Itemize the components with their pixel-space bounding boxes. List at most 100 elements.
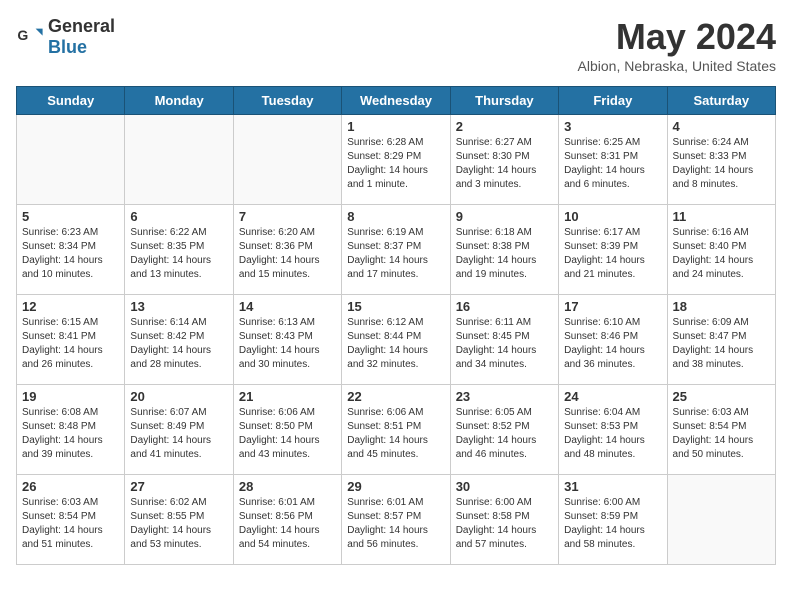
- cell-info: Sunrise: 6:10 AMSunset: 8:46 PMDaylight:…: [564, 316, 661, 372]
- day-number: 3: [564, 119, 661, 134]
- cell-info: Sunrise: 6:00 AMSunset: 8:59 PMDaylight:…: [564, 496, 661, 552]
- week-row-4: 19Sunrise: 6:08 AMSunset: 8:48 PMDayligh…: [17, 385, 776, 475]
- calendar-cell: 28 Sunrise: 6:01 AMSunset: 8:56 PMDayligh…: [233, 475, 341, 565]
- calendar-cell: [17, 115, 125, 205]
- calendar-cell: 16Sunrise: 6:11 AMSunset: 8:45 PMDayligh…: [450, 295, 558, 385]
- calendar-cell: [233, 115, 341, 205]
- logo-general: General: [48, 16, 115, 36]
- calendar-cell: 15Sunrise: 6:12 AMSunset: 8:44 PMDayligh…: [342, 295, 450, 385]
- day-number: 17: [564, 299, 661, 314]
- day-header-friday: Friday: [559, 87, 667, 115]
- day-number: 20: [130, 389, 227, 404]
- day-number: 24: [564, 389, 661, 404]
- logo: G General Blue: [16, 16, 115, 58]
- calendar-cell: 19Sunrise: 6:08 AMSunset: 8:48 PMDayligh…: [17, 385, 125, 475]
- cell-info: Sunrise: 6:00 AMSunset: 8:58 PMDaylight:…: [456, 496, 553, 552]
- calendar-cell: 17 Sunrise: 6:10 AMSunset: 8:46 PMDayligh…: [559, 295, 667, 385]
- cell-info: Sunrise: 6:27 AMSunset: 8:30 PMDaylight:…: [456, 136, 553, 192]
- calendar-cell: 1Sunrise: 6:28 AMSunset: 8:29 PMDaylight…: [342, 115, 450, 205]
- calendar-cell: 4Sunrise: 6:24 AMSunset: 8:33 PMDaylight…: [667, 115, 775, 205]
- logo-blue: Blue: [48, 37, 87, 57]
- day-header-saturday: Saturday: [667, 87, 775, 115]
- cell-info: Sunrise: 6:19 AMSunset: 8:37 PMDaylight:…: [347, 226, 444, 282]
- calendar-cell: 9Sunrise: 6:18 AMSunset: 8:38 PMDaylight…: [450, 205, 558, 295]
- day-header-tuesday: Tuesday: [233, 87, 341, 115]
- cell-info: Sunrise: 6:23 AMSunset: 8:34 PMDaylight:…: [22, 226, 119, 282]
- calendar-cell: 3Sunrise: 6:25 AMSunset: 8:31 PMDaylight…: [559, 115, 667, 205]
- calendar-cell: 13 Sunrise: 6:14 AMSunset: 8:42 PMDayligh…: [125, 295, 233, 385]
- calendar-cell: 24 Sunrise: 6:04 AMSunset: 8:53 PMDayligh…: [559, 385, 667, 475]
- calendar-cell: 8 Sunrise: 6:19 AMSunset: 8:37 PMDaylight…: [342, 205, 450, 295]
- day-header-sunday: Sunday: [17, 87, 125, 115]
- cell-info: Sunrise: 6:06 AMSunset: 8:51 PMDaylight:…: [347, 406, 444, 462]
- cell-info: Sunrise: 6:02 AMSunset: 8:55 PMDaylight:…: [130, 496, 227, 552]
- day-number: 10: [564, 209, 661, 224]
- day-number: 5: [22, 209, 119, 224]
- cell-info: Sunrise: 6:04 AMSunset: 8:53 PMDaylight:…: [564, 406, 661, 462]
- calendar-cell: [125, 115, 233, 205]
- week-row-5: 26Sunrise: 6:03 AMSunset: 8:54 PMDayligh…: [17, 475, 776, 565]
- calendar-header: SundayMondayTuesdayWednesdayThursdayFrid…: [17, 87, 776, 115]
- week-row-3: 12 Sunrise: 6:15 AMSunset: 8:41 PMDayligh…: [17, 295, 776, 385]
- day-number: 7: [239, 209, 336, 224]
- day-number: 4: [673, 119, 770, 134]
- day-number: 11: [673, 209, 770, 224]
- day-number: 6: [130, 209, 227, 224]
- day-header-thursday: Thursday: [450, 87, 558, 115]
- cell-info: Sunrise: 6:13 AMSunset: 8:43 PMDaylight:…: [239, 316, 336, 372]
- day-number: 16: [456, 299, 553, 314]
- cell-info: Sunrise: 6:05 AMSunset: 8:52 PMDaylight:…: [456, 406, 553, 462]
- header-row: SundayMondayTuesdayWednesdayThursdayFrid…: [17, 87, 776, 115]
- calendar-cell: 30 Sunrise: 6:00 AMSunset: 8:58 PMDayligh…: [450, 475, 558, 565]
- cell-info: Sunrise: 6:07 AMSunset: 8:49 PMDaylight:…: [130, 406, 227, 462]
- calendar-cell: 12 Sunrise: 6:15 AMSunset: 8:41 PMDayligh…: [17, 295, 125, 385]
- logo-icon: G: [16, 23, 44, 51]
- day-number: 28: [239, 479, 336, 494]
- day-header-monday: Monday: [125, 87, 233, 115]
- cell-info: Sunrise: 6:16 AMSunset: 8:40 PMDaylight:…: [673, 226, 770, 282]
- calendar-cell: 18 Sunrise: 6:09 AMSunset: 8:47 PMDayligh…: [667, 295, 775, 385]
- cell-info: Sunrise: 6:14 AMSunset: 8:42 PMDaylight:…: [130, 316, 227, 372]
- calendar-body: 1Sunrise: 6:28 AMSunset: 8:29 PMDaylight…: [17, 115, 776, 565]
- calendar-cell: 27 Sunrise: 6:02 AMSunset: 8:55 PMDayligh…: [125, 475, 233, 565]
- cell-info: Sunrise: 6:15 AMSunset: 8:41 PMDaylight:…: [22, 316, 119, 372]
- svg-text:G: G: [17, 27, 28, 43]
- day-number: 8: [347, 209, 444, 224]
- week-row-2: 5 Sunrise: 6:23 AMSunset: 8:34 PMDaylight…: [17, 205, 776, 295]
- calendar-cell: 6 Sunrise: 6:22 AMSunset: 8:35 PMDaylight…: [125, 205, 233, 295]
- day-number: 21: [239, 389, 336, 404]
- day-number: 9: [456, 209, 553, 224]
- calendar-cell: 21Sunrise: 6:06 AMSunset: 8:50 PMDayligh…: [233, 385, 341, 475]
- day-number: 30: [456, 479, 553, 494]
- cell-info: Sunrise: 6:03 AMSunset: 8:54 PMDaylight:…: [22, 496, 119, 552]
- title-area: May 2024 Albion, Nebraska, United States: [578, 16, 776, 74]
- day-number: 18: [673, 299, 770, 314]
- calendar-cell: 29Sunrise: 6:01 AMSunset: 8:57 PMDayligh…: [342, 475, 450, 565]
- day-number: 25: [673, 389, 770, 404]
- cell-info: Sunrise: 6:22 AMSunset: 8:35 PMDaylight:…: [130, 226, 227, 282]
- calendar-cell: 31Sunrise: 6:00 AMSunset: 8:59 PMDayligh…: [559, 475, 667, 565]
- location: Albion, Nebraska, United States: [578, 58, 776, 74]
- calendar-cell: 22Sunrise: 6:06 AMSunset: 8:51 PMDayligh…: [342, 385, 450, 475]
- cell-info: Sunrise: 6:28 AMSunset: 8:29 PMDaylight:…: [347, 136, 444, 192]
- day-header-wednesday: Wednesday: [342, 87, 450, 115]
- day-number: 19: [22, 389, 119, 404]
- calendar-cell: 7Sunrise: 6:20 AMSunset: 8:36 PMDaylight…: [233, 205, 341, 295]
- day-number: 27: [130, 479, 227, 494]
- day-number: 13: [130, 299, 227, 314]
- calendar-cell: 23 Sunrise: 6:05 AMSunset: 8:52 PMDayligh…: [450, 385, 558, 475]
- day-number: 12: [22, 299, 119, 314]
- day-number: 14: [239, 299, 336, 314]
- cell-info: Sunrise: 6:12 AMSunset: 8:44 PMDaylight:…: [347, 316, 444, 372]
- cell-info: Sunrise: 6:17 AMSunset: 8:39 PMDaylight:…: [564, 226, 661, 282]
- day-number: 29: [347, 479, 444, 494]
- cell-info: Sunrise: 6:01 AMSunset: 8:56 PMDaylight:…: [239, 496, 336, 552]
- cell-info: Sunrise: 6:09 AMSunset: 8:47 PMDaylight:…: [673, 316, 770, 372]
- calendar-cell: 10 Sunrise: 6:17 AMSunset: 8:39 PMDayligh…: [559, 205, 667, 295]
- calendar-cell: 2Sunrise: 6:27 AMSunset: 8:30 PMDaylight…: [450, 115, 558, 205]
- calendar-cell: 5 Sunrise: 6:23 AMSunset: 8:34 PMDaylight…: [17, 205, 125, 295]
- day-number: 23: [456, 389, 553, 404]
- calendar-cell: 20 Sunrise: 6:07 AMSunset: 8:49 PMDayligh…: [125, 385, 233, 475]
- calendar-cell: 11 Sunrise: 6:16 AMSunset: 8:40 PMDayligh…: [667, 205, 775, 295]
- month-title: May 2024: [578, 16, 776, 58]
